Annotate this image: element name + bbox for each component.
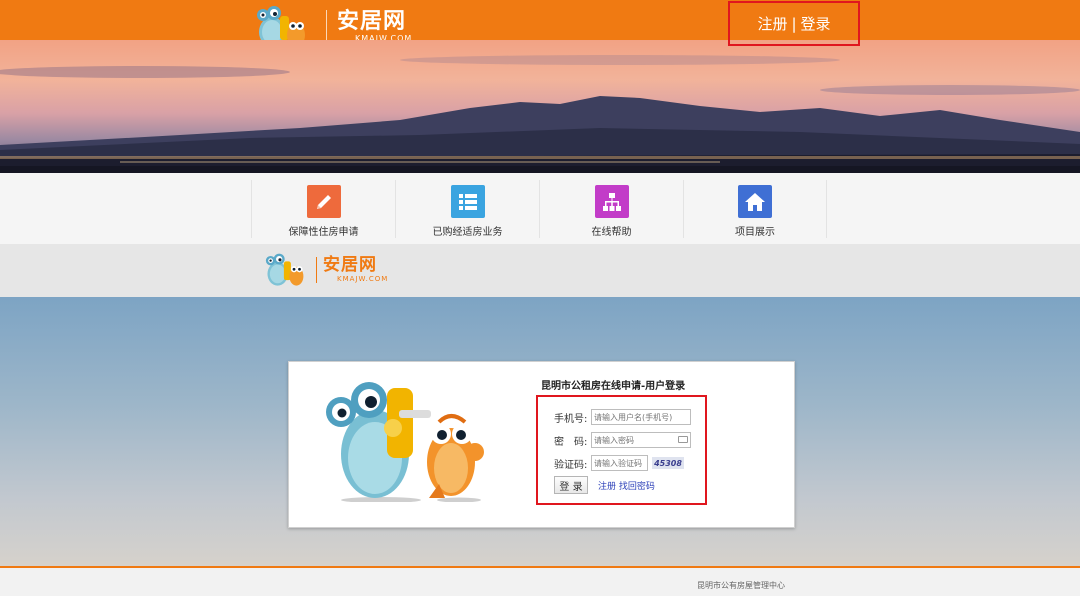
nav-label: 已购经适房业务 [432,227,503,238]
login-card: 昆明市公租房在线申请-用户登录 手机号: 密 码: 验证码: 45308 登 录… [288,361,795,528]
sub-logo[interactable]: 安居网 KMAJW.COM [262,248,388,292]
mascot-logo-icon [262,250,312,290]
register-link[interactable]: 注册 [757,13,787,34]
auth-links: 注册 | 登录 [728,1,860,46]
auth-separator: | [791,14,797,33]
captcha-image[interactable]: 45308 [652,457,684,469]
phone-row: 手机号: [554,409,691,425]
password-label: 密 码: [554,436,588,448]
logo-divider [316,257,317,283]
form-links: 注册 找回密码 [598,479,655,492]
footer-organization: 昆明市公有房屋管理中心 [697,581,785,590]
pencil-icon [306,185,341,218]
password-row: 密 码: [554,432,691,448]
logo-text: 安居网 KMAJW.COM [337,11,412,43]
captcha-label: 验证码: [554,459,588,471]
login-section: 昆明市公租房在线申请-用户登录 手机号: 密 码: 验证码: 45308 登 录… [0,297,1080,566]
login-submit-button[interactable]: 登 录 [554,476,588,494]
page-footer: 昆明市公有房屋管理中心 [0,566,1080,596]
password-input[interactable] [591,432,691,448]
password-wrapper [591,432,691,448]
login-form: 手机号: 密 码: 验证码: 45308 登 录 注册 找回密码 [536,395,707,505]
sitemap-icon [594,185,629,218]
login-link[interactable]: 登录 [801,13,831,34]
nav-item-purchased-housing[interactable]: 已购经适房业务 [395,180,539,238]
nav-label: 保障性住房申请 [288,227,359,238]
list-icon [450,185,485,218]
nav-label: 项目展示 [735,227,775,238]
nav-items: 保障性住房申请 已购经适房业务 在线帮助 项目展示 [251,180,827,238]
phone-input[interactable] [591,409,691,425]
logo-domain: KMAJW.COM [337,275,389,283]
home-icon [738,185,772,218]
top-header: 安居网 KMAJW.COM 注册 | 登录 [0,0,1080,47]
login-title: 昆明市公租房在线申请-用户登录 [541,381,686,392]
mascot-illustration [319,372,489,503]
nav-label: 在线帮助 [591,227,632,238]
recover-password-link[interactable]: 找回密码 [619,482,655,492]
nav-item-project-display[interactable]: 项目展示 [683,180,827,238]
logo-text: 安居网 KMAJW.COM [323,257,388,283]
logo-chinese-name: 安居网 [323,255,377,275]
city-banner-image [0,40,1080,173]
main-nav: 保障性住房申请 已购经适房业务 在线帮助 项目展示 [0,173,1080,244]
logo-chinese-name: 安居网 [337,9,407,34]
captcha-input[interactable] [591,455,648,471]
phone-label: 手机号: [554,413,588,425]
nav-item-housing-application[interactable]: 保障性住房申请 [251,180,395,238]
register-link[interactable]: 注册 [598,482,616,492]
nav-item-online-help[interactable]: 在线帮助 [539,180,683,238]
keyboard-icon[interactable] [678,436,688,443]
logo-divider [326,10,327,44]
sub-header: 安居网 KMAJW.COM [0,244,1080,297]
captcha-row: 验证码: 45308 [554,455,684,471]
